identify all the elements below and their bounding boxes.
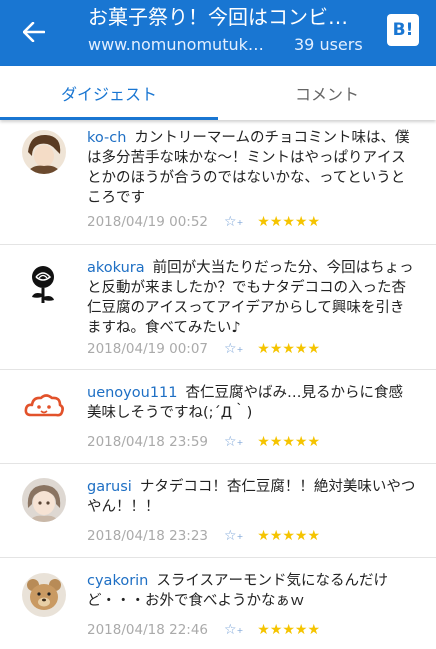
teddy-bear-avatar-image xyxy=(22,573,66,617)
user-avatar-image xyxy=(22,478,66,522)
avatar[interactable] xyxy=(22,573,66,617)
back-button[interactable] xyxy=(18,16,50,48)
add-star-icon[interactable]: ☆+ xyxy=(224,622,243,638)
comment-timestamp: 2018/04/19 00:07 xyxy=(87,341,209,357)
tab-comments[interactable]: コメント xyxy=(218,66,436,120)
avatar[interactable] xyxy=(22,385,66,429)
comment-meta: 2018/04/18 23:59 ☆+ ★★★★★ xyxy=(87,434,320,450)
active-tab-indicator xyxy=(0,117,218,120)
star-rating: ★★★★★ xyxy=(257,622,321,638)
hatena-bookmark-button[interactable]: B! xyxy=(387,14,419,46)
comment-text: uenoyou111 杏仁豆腐やばみ…見るからに食感美味しそうですね(;´Д｀) xyxy=(87,383,417,423)
comment-username[interactable]: uenoyou111 xyxy=(87,385,178,401)
avatar[interactable] xyxy=(22,478,66,522)
comment-timestamp: 2018/04/18 23:23 xyxy=(87,528,209,544)
avatar[interactable] xyxy=(22,261,66,305)
comment-meta: 2018/04/19 00:52 ☆+ ★★★★★ xyxy=(87,214,320,230)
star-rating: ★★★★★ xyxy=(257,434,321,450)
comment-meta: 2018/04/18 22:46 ☆+ ★★★★★ xyxy=(87,622,320,638)
list-item: cyakorin スライスアーモンド気になるんだけど・・・お外で食べようかなぁｗ … xyxy=(0,559,436,649)
comment-timestamp: 2018/04/18 22:46 xyxy=(87,622,209,638)
comment-text: ko-ch カントリーマームのチョコミント味は、僕は多分苦手な味かな〜！ミントはや… xyxy=(87,128,417,208)
entry-subline: www.nomunomutuk… 39 users xyxy=(88,34,388,56)
star-rating: ★★★★★ xyxy=(257,528,321,544)
comment-text: cyakorin スライスアーモンド気になるんだけど・・・お外で食べようかなぁｗ xyxy=(87,571,417,611)
comment-username[interactable]: cyakorin xyxy=(87,573,148,589)
list-item: garusi ナタデココ！杏仁豆腐！！絶対美味いやつやん！！！ 2018/04/1… xyxy=(0,465,436,558)
rose-avatar-image xyxy=(22,261,66,305)
add-star-icon[interactable]: ☆+ xyxy=(224,214,243,230)
comment-meta: 2018/04/19 00:07 ☆+ ★★★★★ xyxy=(87,341,320,357)
add-star-icon[interactable]: ☆+ xyxy=(224,434,243,450)
comment-text: akokura 前回が大当たりだった分、今回はちょっと反動が来ましたか？でもナタデ… xyxy=(87,258,417,338)
comment-username[interactable]: ko-ch xyxy=(87,130,126,146)
comment-body: ナタデココ！杏仁豆腐！！絶対美味いやつやん！！！ xyxy=(87,479,416,515)
entry-url[interactable]: www.nomunomutuk… xyxy=(88,34,276,56)
comment-text: garusi ナタデココ！杏仁豆腐！！絶対美味いやつやん！！！ xyxy=(87,477,417,517)
comment-timestamp: 2018/04/18 23:59 xyxy=(87,434,209,450)
avatar[interactable] xyxy=(22,130,66,174)
comment-username[interactable]: garusi xyxy=(87,479,132,495)
bookmark-users-count[interactable]: 39 users xyxy=(294,34,363,56)
add-star-icon[interactable]: ☆+ xyxy=(224,341,243,357)
arrow-left-icon xyxy=(23,22,45,42)
app-header: お菓子祭り！今回はコンビ… www.nomunomutuk… 39 users B… xyxy=(0,0,436,66)
comment-timestamp: 2018/04/19 00:52 xyxy=(87,214,209,230)
tab-digest[interactable]: ダイジェスト xyxy=(0,66,218,120)
user-avatar-image xyxy=(22,130,66,174)
tab-bar: ダイジェスト コメント xyxy=(0,66,436,120)
comment-username[interactable]: akokura xyxy=(87,260,145,276)
add-star-icon[interactable]: ☆+ xyxy=(224,528,243,544)
list-item: akokura 前回が大当たりだった分、今回はちょっと反動が来ましたか？でもナタデ… xyxy=(0,246,436,370)
comment-meta: 2018/04/18 23:23 ☆+ ★★★★★ xyxy=(87,528,320,544)
list-item: uenoyou111 杏仁豆腐やばみ…見るからに食感美味しそうですね(;´Д｀) … xyxy=(0,371,436,464)
list-item: ko-ch カントリーマームのチョコミント味は、僕は多分苦手な味かな〜！ミントはや… xyxy=(0,122,436,245)
star-rating: ★★★★★ xyxy=(257,341,321,357)
star-rating: ★★★★★ xyxy=(257,214,321,230)
cloud-avatar-image xyxy=(22,385,66,429)
page-title: お菓子祭り！今回はコンビ… xyxy=(88,5,348,29)
comment-body: カントリーマームのチョコミント味は、僕は多分苦手な味かな〜！ミントはやっぱりアイ… xyxy=(87,130,410,206)
